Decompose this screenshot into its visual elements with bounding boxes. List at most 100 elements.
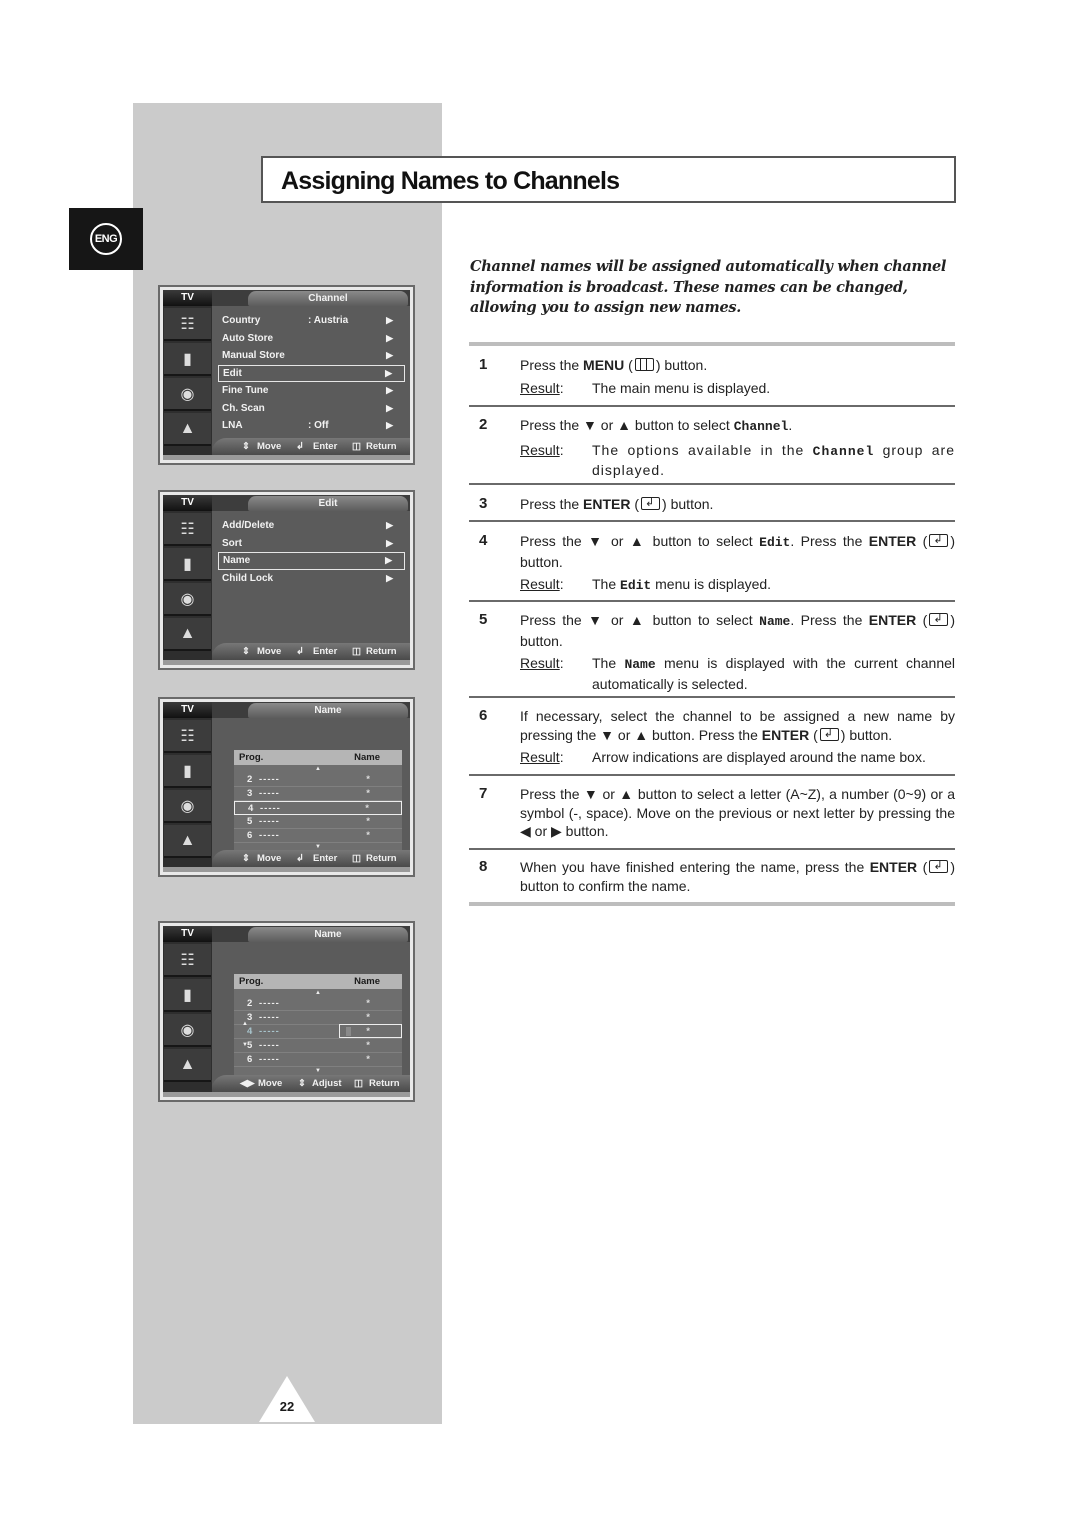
menu-item-fine-tune[interactable]: Fine Tune ▶ <box>218 382 405 400</box>
intro-text: Channel names will be assigned automatic… <box>470 258 947 316</box>
osd-name-edit-menu: TV ☷ ▮ ◉ ▲ Name Prog. Name ▲ 2 ----- * 3 ---… <box>158 921 415 1102</box>
osd-footer: ⇕ Move ↲ Enter ◫ Return <box>212 850 410 867</box>
name-table: Prog. Name ▲ 2 ----- * 3 ----- * 4 ----- * 5 ---… <box>234 750 402 852</box>
menu-item-ch-scan[interactable]: Ch. Scan ▶ <box>218 400 405 418</box>
divider <box>469 405 955 407</box>
up-arrow-icon: ▲ <box>629 533 647 549</box>
divider <box>469 774 955 776</box>
osd-tv-label: TV <box>163 495 212 511</box>
scroll-up-icon: ▲ <box>315 766 321 772</box>
step-8: 8 When you have finished entering the na… <box>469 857 955 895</box>
divider <box>469 600 955 602</box>
name-row[interactable]: 6 ----- * <box>234 829 402 843</box>
arrow-right-icon: ▶ <box>386 350 393 360</box>
enter-button-icon <box>929 531 949 550</box>
step-6: 6 If necessary, select the channel to be… <box>469 707 955 767</box>
enter-icon: ↲ <box>296 853 304 864</box>
enter-icon: ↲ <box>296 646 304 657</box>
input-icon: ☷ <box>164 720 211 753</box>
osd-tv-label: TV <box>163 290 212 306</box>
name-row[interactable]: 5 ----- * <box>234 815 402 829</box>
step-2: 2 Press the ▼ or ▲ button to select Chan… <box>479 416 955 478</box>
osd-menu-list: Add/Delete ▶ Sort ▶ Name ▶ Child Lock ▶ <box>218 517 405 587</box>
arrow-right-icon: ▶ <box>386 420 393 430</box>
divider <box>469 342 955 346</box>
step-3: 3 Press the ENTER () button. <box>469 494 955 514</box>
channel-icon: ▲ <box>164 413 211 446</box>
osd-footer: ⇕ Move ↲ Enter ◫ Return <box>212 438 410 455</box>
name-row-editing[interactable]: 4 ----- * ▲ ▼ <box>234 1021 402 1048</box>
name-row[interactable]: 2 ----- * <box>234 773 402 787</box>
menu-item-edit[interactable]: Edit ▶ <box>218 364 405 382</box>
arrow-right-icon: ▶ <box>386 332 393 343</box>
name-row-selected[interactable]: 4 ----- * <box>234 801 402 815</box>
osd-name-menu: TV ☷ ▮ ◉ ▲ Name Prog. Name ▲ 2 ----- * 3 ---… <box>158 697 415 877</box>
osd-footer: ◀▶ Move ⇕ Adjust ◫ Return <box>212 1075 410 1092</box>
menu-item-sort[interactable]: Sort ▶ <box>218 535 405 553</box>
input-icon: ☷ <box>164 944 211 977</box>
step-1: 1 Press the MENU () button. Result: The m… <box>479 356 771 396</box>
picture-icon: ▮ <box>164 979 211 1012</box>
input-icon: ☷ <box>164 308 211 341</box>
channel-icon: ▲ <box>164 825 211 858</box>
osd-edit-menu: TV ☷ ▮ ◉ ▲ Edit Add/Delete ▶ Sort ▶ Name ▶ … <box>158 490 415 670</box>
eng-badge-icon: ENG <box>90 223 122 255</box>
menu-item-manual-store[interactable]: Manual Store ▶ <box>218 347 405 365</box>
down-arrow-icon: ▼ <box>600 726 615 743</box>
osd-title: Name <box>248 703 408 718</box>
up-arrow-icon: ▲ <box>634 726 649 743</box>
sound-icon: ◉ <box>164 583 211 616</box>
sound-icon: ◉ <box>164 378 211 411</box>
down-arrow-icon: ▼ <box>583 417 597 433</box>
name-row[interactable]: 2 ----- * <box>234 997 402 1011</box>
scroll-down-icon: ▼ <box>315 1068 321 1074</box>
enter-button-icon <box>641 494 661 513</box>
menu-item-child-lock[interactable]: Child Lock ▶ <box>218 570 405 588</box>
arrow-right-icon: ▶ <box>386 402 393 413</box>
osd-footer: ⇕ Move ↲ Enter ◫ Return <box>212 643 410 660</box>
osd-tv-label: TV <box>163 926 212 942</box>
channel-icon: ▲ <box>164 618 211 651</box>
right-arrow-icon: ▶ <box>551 823 562 839</box>
menu-item-lna[interactable]: LNA: Off ▶ <box>218 417 405 435</box>
osd-title: Name <box>248 927 408 942</box>
sound-icon: ◉ <box>164 1014 211 1047</box>
page-title-box: Assigning Names to Channels <box>261 156 956 203</box>
left-right-icon: ◀▶ <box>240 1078 255 1089</box>
enter-button-icon <box>929 857 949 876</box>
arrow-right-icon: ▶ <box>385 555 392 565</box>
picture-icon: ▮ <box>164 343 211 376</box>
name-table-header: Prog. Name <box>234 750 402 765</box>
divider <box>469 848 955 850</box>
osd-title: Edit <box>248 496 408 511</box>
input-icon: ☷ <box>164 513 211 546</box>
name-table-header: Prog. Name <box>234 974 402 989</box>
updown-icon: ⇕ <box>242 646 250 657</box>
menu-icon: ◫ <box>354 1078 363 1089</box>
channel-icon: ▲ <box>164 1049 211 1082</box>
name-row[interactable]: 6 ----- * <box>234 1053 402 1067</box>
up-arrow-icon: ▲ <box>629 612 647 628</box>
name-edit-box[interactable] <box>339 1024 402 1038</box>
char-up-icon: ▲ <box>242 1021 248 1027</box>
down-arrow-icon: ▼ <box>588 612 605 628</box>
enter-button-icon <box>929 610 949 629</box>
updown-icon: ⇕ <box>242 853 250 864</box>
menu-item-country[interactable]: Country: Austria ▶ <box>218 312 405 330</box>
enter-button-icon <box>819 725 839 743</box>
menu-item-name[interactable]: Name ▶ <box>218 552 405 570</box>
name-table: Prog. Name ▲ 2 ----- * 3 ----- * 4 ----- * ▲ ▼ … <box>234 974 402 1076</box>
page-number: 22 <box>279 1399 295 1414</box>
arrow-right-icon: ▶ <box>386 385 393 395</box>
up-arrow-icon: ▲ <box>617 417 631 433</box>
name-row[interactable]: 3 ----- * <box>234 787 402 801</box>
language-tab: ENG <box>69 208 143 270</box>
menu-item-auto-store[interactable]: Auto Store ▶ <box>218 330 405 348</box>
name-row[interactable]: 5 ----- * <box>234 1039 402 1053</box>
step-4: 4 Press the ▼ or ▲ button to select Edit… <box>469 531 955 596</box>
menu-item-add-delete[interactable]: Add/Delete ▶ <box>218 517 405 535</box>
osd-tv-label: TV <box>163 702 212 718</box>
arrow-right-icon: ▶ <box>386 572 393 583</box>
enter-icon: ↲ <box>296 441 304 452</box>
divider <box>469 520 955 522</box>
